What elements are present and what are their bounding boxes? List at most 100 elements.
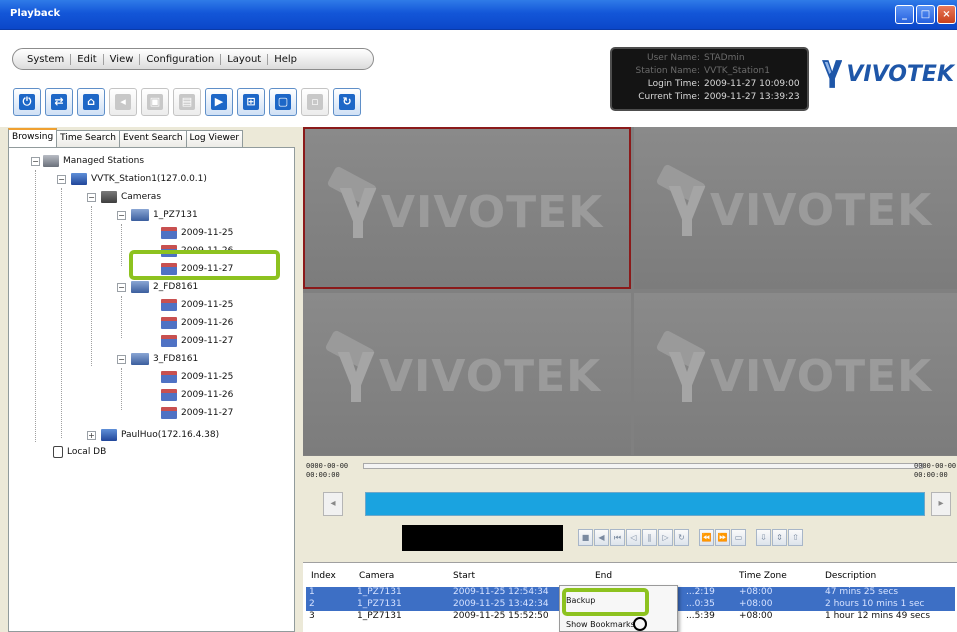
panel-tabs: Browsing Time Search Event Search Log Vi… <box>8 128 244 148</box>
tree-line <box>61 188 62 438</box>
collapse-toggle[interactable]: − <box>31 157 40 166</box>
refresh-button[interactable]: ↻ <box>333 88 361 116</box>
tree-node-date[interactable]: 2009-11-27 <box>161 405 233 421</box>
tab-log-viewer[interactable]: Log Viewer <box>185 130 244 147</box>
loop-icon[interactable]: ↻ <box>674 529 689 546</box>
column-camera[interactable]: Camera <box>359 571 394 581</box>
collapse-toggle[interactable]: − <box>87 193 96 202</box>
playback-controls: 0000-00-00 00:00:00 0000-00-00 00:00:00 … <box>303 456 957 560</box>
tree-node-local-db[interactable]: Local DB <box>53 444 106 460</box>
layout-grid-icon: ⊞ <box>243 94 259 110</box>
camera-icon <box>131 281 149 293</box>
video-cell-3[interactable]: VIVOTEK <box>303 293 631 455</box>
collapse-toggle[interactable]: − <box>117 283 126 292</box>
step-back-icon[interactable]: ◁ <box>626 529 641 546</box>
tree-node-date[interactable]: 2009-11-26 <box>161 387 233 403</box>
login-time-label: Login Time: <box>647 79 700 89</box>
print-icon: ▤ <box>179 94 195 110</box>
speed-normal-icon[interactable]: ⇕ <box>772 529 787 546</box>
station-name-value: VVTK_Station1 <box>704 66 770 76</box>
tree-node-camera-1[interactable]: 1_PZ7131 <box>131 207 198 223</box>
column-start[interactable]: Start <box>453 571 475 581</box>
tree-node-other-station[interactable]: PaulHuo(172.16.4.38) <box>101 427 219 443</box>
stop-icon[interactable]: ■ <box>578 529 593 546</box>
tree-node-date[interactable]: 2009-11-27 <box>161 333 233 349</box>
tree-node-date[interactable]: 2009-11-25 <box>161 297 233 313</box>
tree-node-cameras[interactable]: Cameras <box>101 189 161 205</box>
speed-down-icon[interactable]: ⇩ <box>756 529 771 546</box>
video-cell-4[interactable]: VIVOTEK <box>634 293 957 455</box>
tree-node-station[interactable]: VVTK_Station1(127.0.0.1) <box>71 171 207 187</box>
expand-toggle[interactable]: + <box>87 431 96 440</box>
speaker-button[interactable]: ◂ <box>109 88 137 116</box>
video-cell-1[interactable]: VIVOTEK <box>303 127 631 289</box>
column-time-zone[interactable]: Time Zone <box>739 571 787 581</box>
rewind-icon[interactable]: ◀ <box>594 529 609 546</box>
fullscreen-button[interactable]: ▢ <box>269 88 297 116</box>
highlight-box <box>562 588 649 616</box>
video-grid: VIVOTEK VIVOTEK VIVOTEK VIVOTEK <box>303 127 957 456</box>
tree-node-date[interactable]: 2009-11-26 <box>161 315 233 331</box>
close-button[interactable]: × <box>937 5 956 24</box>
speed-up-icon[interactable]: ⇧ <box>788 529 803 546</box>
pause-icon[interactable]: ∥ <box>642 529 657 546</box>
maximize-button[interactable]: □ <box>916 5 935 24</box>
menu-system[interactable]: System <box>21 53 72 65</box>
jump-icon[interactable]: ▭ <box>731 529 746 546</box>
previous-event-icon[interactable]: ⏪ <box>699 529 714 546</box>
speaker-icon: ◂ <box>115 94 131 110</box>
snapshot-button[interactable]: ▣ <box>141 88 169 116</box>
next-event-icon[interactable]: ⏩ <box>715 529 730 546</box>
watermark: VIVOTEK <box>335 187 603 238</box>
tree-line <box>91 206 92 366</box>
calendar-icon <box>161 371 177 383</box>
video-cell-2[interactable]: VIVOTEK <box>634 127 957 289</box>
timeline-right-button[interactable]: ▸ <box>931 492 951 516</box>
disabled-tool-icon: ▫ <box>307 94 323 110</box>
menu-bar: System Edit View Configuration Layout He… <box>12 48 374 70</box>
login-time-value: 2009-11-27 10:09:00 <box>704 79 800 89</box>
step-forward-icon[interactable]: ▷ <box>658 529 673 546</box>
camera-icon <box>131 353 149 365</box>
tree-node-date[interactable]: 2009-11-25 <box>161 369 233 385</box>
recording-bar[interactable] <box>365 492 925 516</box>
export-button[interactable]: ▶ <box>205 88 233 116</box>
tab-browsing[interactable]: Browsing <box>8 128 58 147</box>
calendar-icon <box>161 299 177 311</box>
stations-button[interactable]: ⇄ <box>45 88 73 116</box>
collapse-toggle[interactable]: − <box>117 355 126 364</box>
previous-frame-icon[interactable]: ⏮ <box>610 529 625 546</box>
tab-event-search[interactable]: Event Search <box>118 130 187 147</box>
timeline-slider[interactable] <box>363 463 923 469</box>
tree-line <box>121 296 122 338</box>
menu-item-show-bookmarks[interactable]: Show Bookmarks <box>566 620 635 629</box>
highlight-box <box>129 250 280 280</box>
column-description[interactable]: Description <box>825 571 876 581</box>
lock-button[interactable]: ⌂ <box>77 88 105 116</box>
layout-grid-button[interactable]: ⊞ <box>237 88 265 116</box>
column-index[interactable]: Index <box>311 571 336 581</box>
column-end[interactable]: End <box>595 571 612 581</box>
station-icon <box>101 429 117 441</box>
menu-help[interactable]: Help <box>268 54 303 65</box>
menu-edit[interactable]: Edit <box>71 53 104 65</box>
menu-layout[interactable]: Layout <box>221 53 269 65</box>
print-button[interactable]: ▤ <box>173 88 201 116</box>
menu-view[interactable]: View <box>104 53 141 65</box>
collapse-toggle[interactable]: − <box>57 175 66 184</box>
power-button[interactable]: ⏻ <box>13 88 41 116</box>
tree-node-date[interactable]: 2009-11-25 <box>161 225 233 241</box>
menu-configuration[interactable]: Configuration <box>140 53 222 65</box>
tab-time-search[interactable]: Time Search <box>56 130 120 147</box>
left-panel: Browsing Time Search Event Search Log Vi… <box>6 127 302 632</box>
timeline-left-button[interactable]: ◂ <box>323 492 343 516</box>
disabled-tool-button[interactable]: ▫ <box>301 88 329 116</box>
tree-node-camera-3[interactable]: 3_FD8161 <box>131 351 198 367</box>
tree-node-managed-stations[interactable]: Managed Stations <box>43 153 144 169</box>
tree-node-camera-2[interactable]: 2_FD8161 <box>131 279 198 295</box>
vivotek-mark-icon <box>668 351 706 402</box>
collapse-toggle[interactable]: − <box>117 211 126 220</box>
minimize-button[interactable]: _ <box>895 5 914 24</box>
